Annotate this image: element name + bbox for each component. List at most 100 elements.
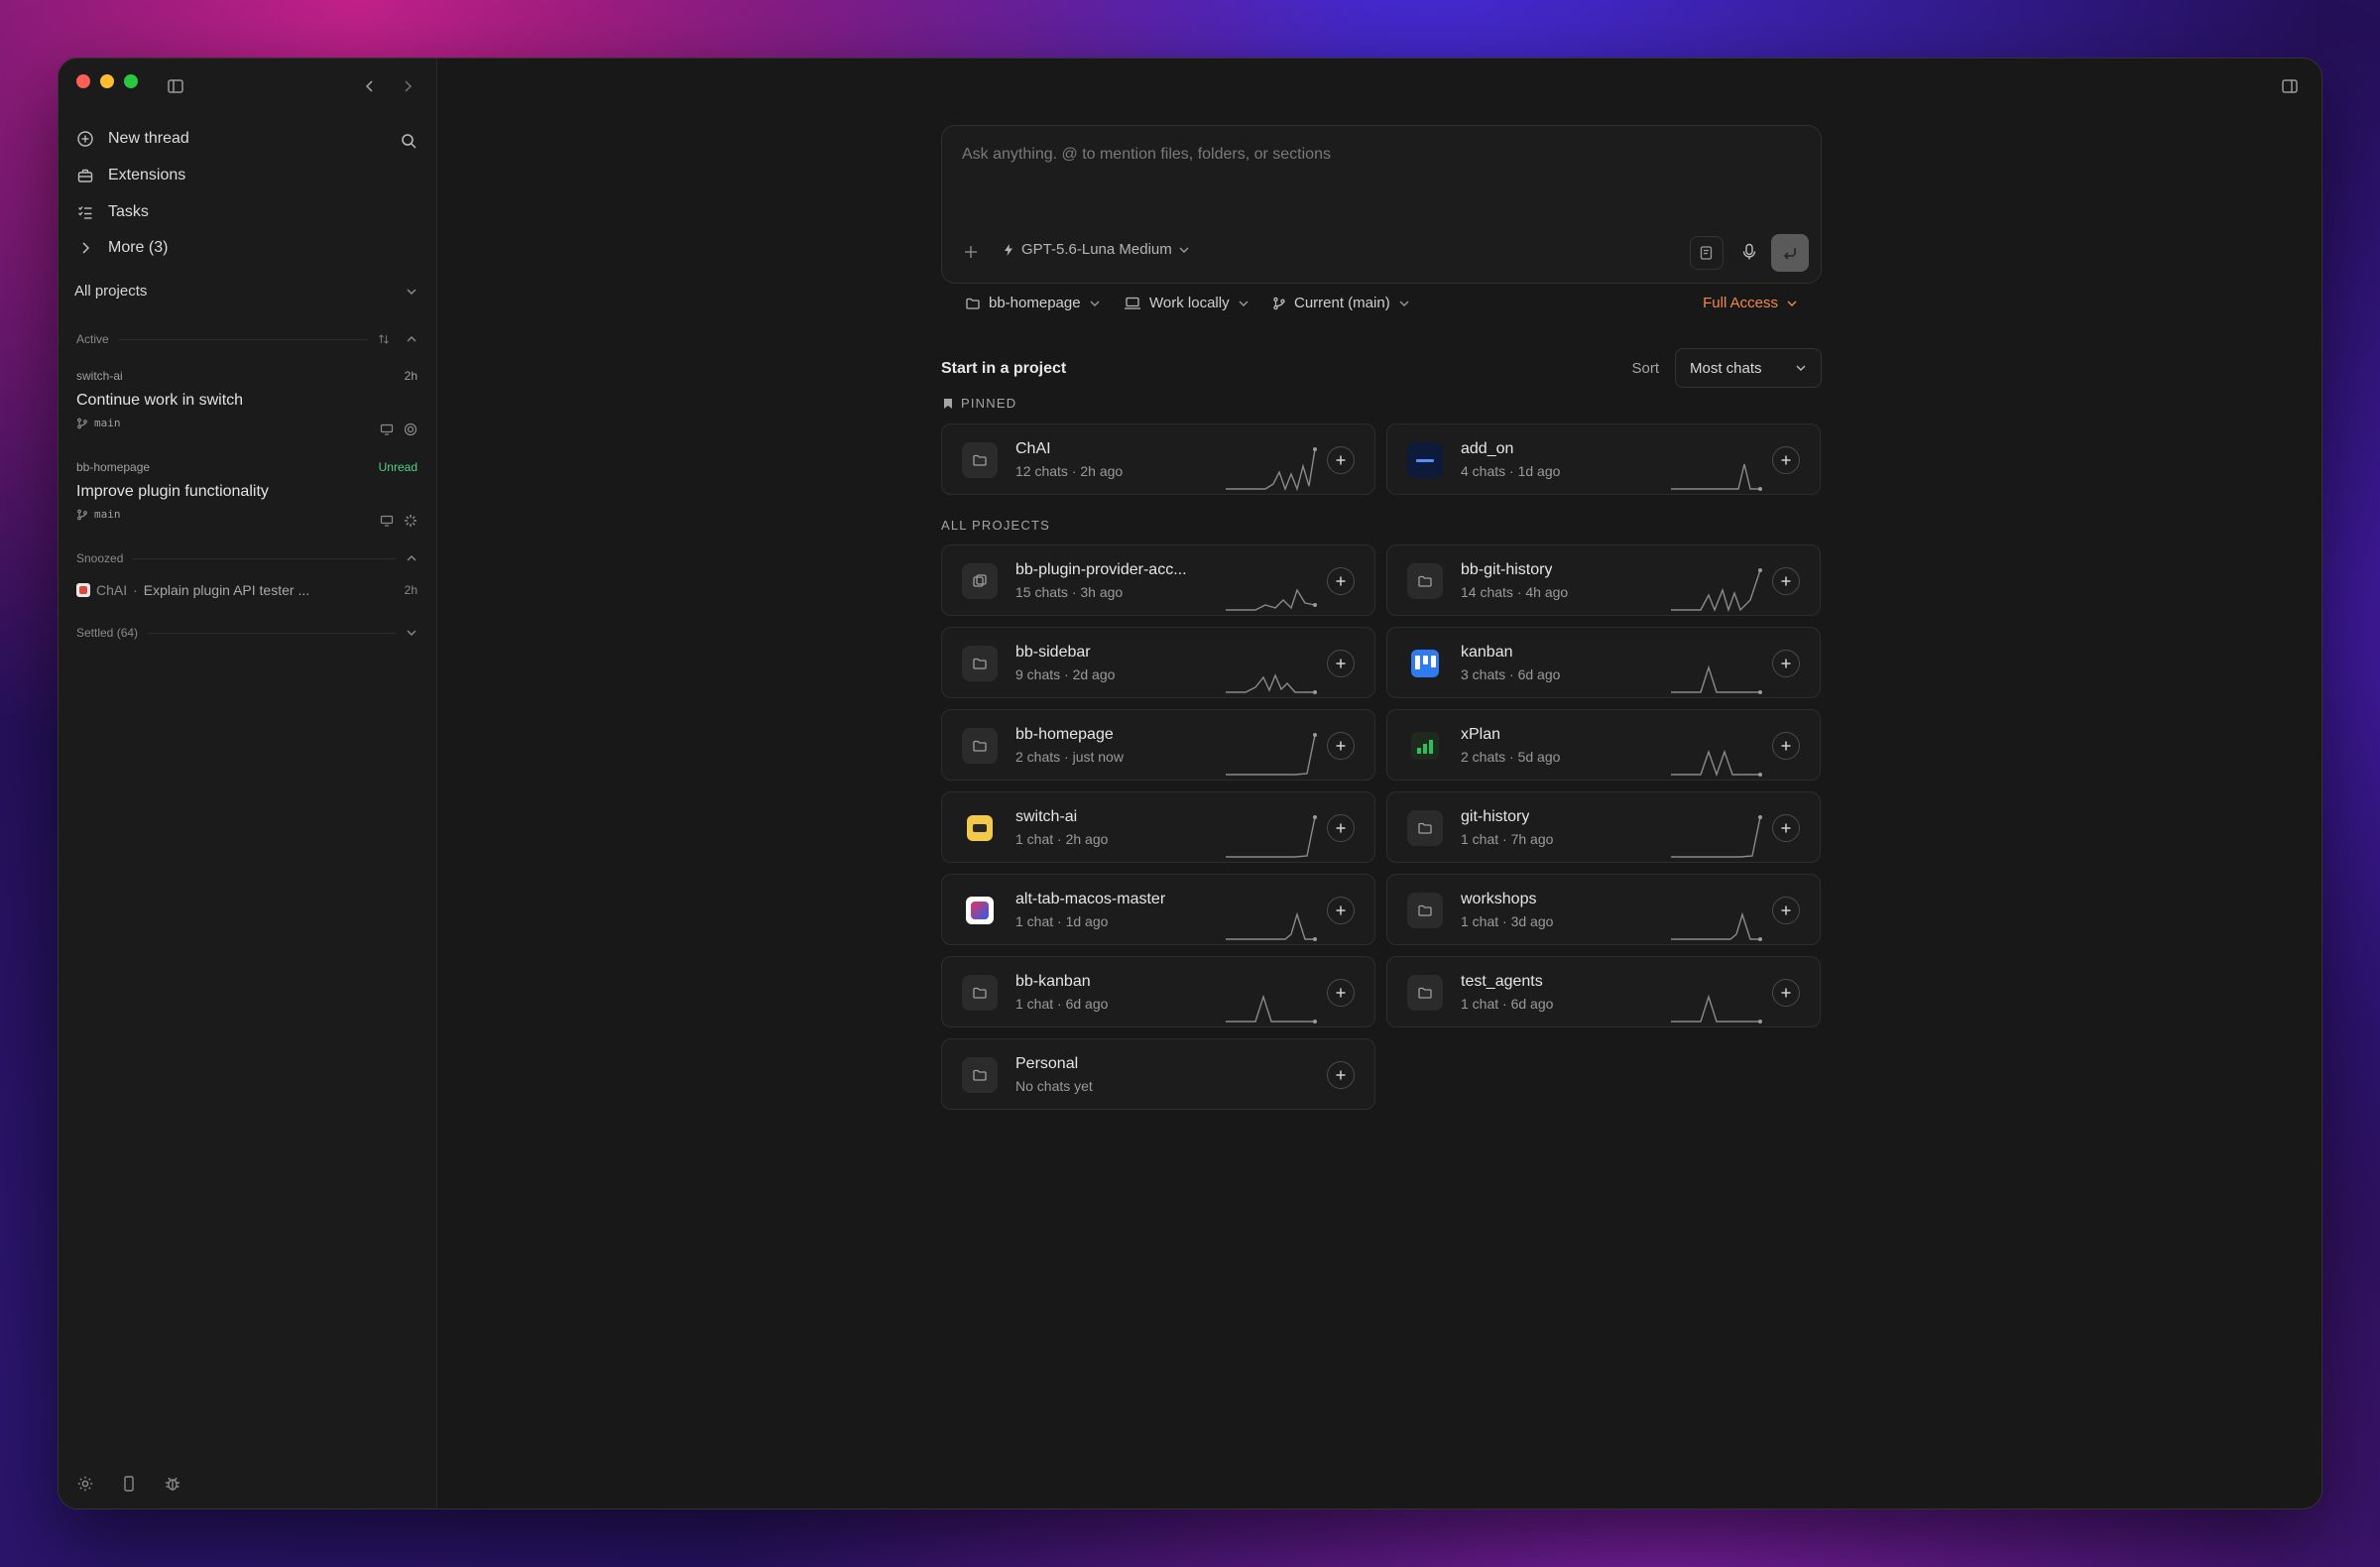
access-selector-label: Full Access: [1703, 295, 1778, 311]
activity-sparkline: [1226, 447, 1317, 492]
more-button[interactable]: More (3): [76, 239, 168, 257]
new-chat-in-project-button[interactable]: [1772, 650, 1800, 677]
composer: Ask anything. @ to mention files, folder…: [941, 125, 1822, 284]
new-chat-in-project-button[interactable]: [1772, 979, 1800, 1007]
projects-filter-dropdown[interactable]: All projects: [74, 283, 417, 300]
sparkline-path: [1671, 463, 1760, 490]
project-card[interactable]: bb-homepage 2 chats · just now: [941, 709, 1375, 781]
new-chat-in-project-button[interactable]: [1327, 979, 1355, 1007]
sparkline-path: [1226, 448, 1316, 492]
new-chat-in-project-button[interactable]: [1327, 650, 1355, 677]
project-card[interactable]: xPlan 2 chats · 5d ago: [1386, 709, 1821, 781]
bug-icon[interactable]: [164, 1475, 181, 1493]
new-chat-in-project-button[interactable]: [1772, 897, 1800, 924]
zoom-window-button[interactable]: [124, 74, 138, 88]
sparkline-endpoint: [1758, 568, 1762, 572]
plus-circle-icon: [77, 131, 93, 147]
thread-status-icons: [380, 422, 417, 436]
composer-input[interactable]: Ask anything. @ to mention files, folder…: [962, 146, 1331, 164]
project-meta: 1 chat · 6d ago: [1015, 996, 1109, 1012]
project-selector[interactable]: bb-homepage: [965, 295, 1101, 311]
project-card[interactable]: workshops 1 chat · 3d ago: [1386, 874, 1821, 945]
activity-sparkline: [1671, 994, 1762, 1024]
add-attachment-icon[interactable]: [962, 243, 980, 261]
tasks-button[interactable]: Tasks: [76, 203, 149, 221]
gear-icon[interactable]: [76, 1475, 94, 1493]
access-selector[interactable]: Full Access: [1703, 295, 1798, 311]
thread-item[interactable]: bb-homepage Unread Improve plugin functi…: [76, 460, 417, 530]
project-name: bb-kanban: [1015, 973, 1091, 990]
all-projects-label: ALL PROJECTS: [941, 518, 1051, 533]
new-chat-in-project-button[interactable]: [1327, 732, 1355, 760]
project-card[interactable]: Personal No chats yet: [941, 1038, 1375, 1110]
active-section-header: Active: [76, 332, 417, 346]
sort-dropdown[interactable]: Most chats: [1675, 348, 1822, 388]
sparkline-endpoint: [1313, 733, 1317, 737]
model-selector[interactable]: GPT-5.6-Luna Medium: [1002, 241, 1190, 258]
new-chat-in-project-button[interactable]: [1327, 446, 1355, 474]
project-card[interactable]: bb-plugin-provider-acc... 15 chats · 3h a…: [941, 544, 1375, 616]
checklist-icon: [78, 206, 92, 219]
active-section-label: Active: [76, 332, 109, 346]
project-name: Personal: [1015, 1055, 1079, 1072]
sparkline-path: [1671, 569, 1761, 613]
project-meta: 4 chats · 1d ago: [1461, 463, 1561, 479]
back-icon[interactable]: [362, 78, 378, 94]
activity-sparkline: [1671, 463, 1762, 491]
collapse-icon[interactable]: [406, 552, 417, 564]
thread-project: switch-ai: [76, 369, 123, 383]
branch-selector[interactable]: Current (main): [1272, 295, 1410, 311]
send-button[interactable]: [1771, 234, 1809, 272]
close-window-button[interactable]: [76, 74, 90, 88]
project-card[interactable]: bb-kanban 1 chat · 6d ago: [941, 956, 1375, 1027]
forward-icon[interactable]: [400, 78, 416, 94]
new-chat-in-project-button[interactable]: [1327, 567, 1355, 595]
toggle-right-panel-icon[interactable]: [2280, 76, 2300, 96]
activity-sparkline: [1671, 664, 1762, 694]
project-card[interactable]: kanban 3 chats · 6d ago: [1386, 627, 1821, 698]
project-meta: 1 chat · 3d ago: [1461, 913, 1554, 929]
alt-tab-logo-icon: [962, 893, 998, 928]
new-chat-in-project-button[interactable]: [1772, 446, 1800, 474]
new-chat-in-project-button[interactable]: [1327, 1061, 1355, 1089]
new-chat-in-project-button[interactable]: [1327, 814, 1355, 842]
project-card[interactable]: ChAI 12 chats · 2h ago: [941, 423, 1375, 495]
search-icon[interactable]: [400, 132, 417, 150]
settled-section-header[interactable]: Settled (64): [76, 626, 417, 640]
project-meta: 2 chats · 5d ago: [1461, 749, 1561, 765]
microphone-icon[interactable]: [1739, 242, 1759, 262]
phone-icon[interactable]: [120, 1475, 138, 1493]
plus-icon: [1781, 741, 1791, 751]
sparkline-endpoint: [1313, 815, 1317, 819]
new-chat-in-project-button[interactable]: [1772, 732, 1800, 760]
minimize-window-button[interactable]: [100, 74, 114, 88]
project-card[interactable]: git-history 1 chat · 7h ago: [1386, 791, 1821, 863]
snoozed-thread-item[interactable]: ChAI · Explain plugin API tester ... 2h: [76, 582, 417, 598]
project-card[interactable]: switch-ai 1 chat · 2h ago: [941, 791, 1375, 863]
sparkline-path: [1671, 749, 1760, 778]
collapse-icon[interactable]: [406, 333, 417, 345]
thread-item[interactable]: switch-ai 2h Continue work in switch mai…: [76, 369, 417, 438]
project-card[interactable]: test_agents 1 chat · 6d ago: [1386, 956, 1821, 1027]
folder-icon: [1407, 893, 1443, 928]
project-card[interactable]: bb-sidebar 9 chats · 2d ago: [941, 627, 1375, 698]
new-chat-in-project-button[interactable]: [1772, 814, 1800, 842]
document-mode-icon[interactable]: [1690, 236, 1724, 270]
new-chat-in-project-button[interactable]: [1772, 567, 1800, 595]
laptop-icon: [1125, 297, 1140, 309]
new-thread-button[interactable]: New thread: [76, 130, 189, 148]
extensions-button[interactable]: Extensions: [76, 167, 185, 184]
location-selector-label: Work locally: [1149, 295, 1230, 311]
location-selector[interactable]: Work locally: [1124, 295, 1250, 311]
project-card[interactable]: add_on 4 chats · 1d ago: [1386, 423, 1821, 495]
project-card[interactable]: alt-tab-macos-master 1 chat · 1d ago: [941, 874, 1375, 945]
activity-sparkline: [1226, 733, 1317, 776]
toggle-sidebar-icon[interactable]: [166, 76, 185, 96]
sort-icon[interactable]: [378, 333, 390, 345]
folder-icon: [962, 442, 998, 478]
sparkline-endpoint: [1758, 487, 1762, 491]
project-card[interactable]: bb-git-history 14 chats · 4h ago: [1386, 544, 1821, 616]
project-meta: No chats yet: [1015, 1078, 1093, 1094]
folder-icon: [962, 728, 998, 764]
new-chat-in-project-button[interactable]: [1327, 897, 1355, 924]
